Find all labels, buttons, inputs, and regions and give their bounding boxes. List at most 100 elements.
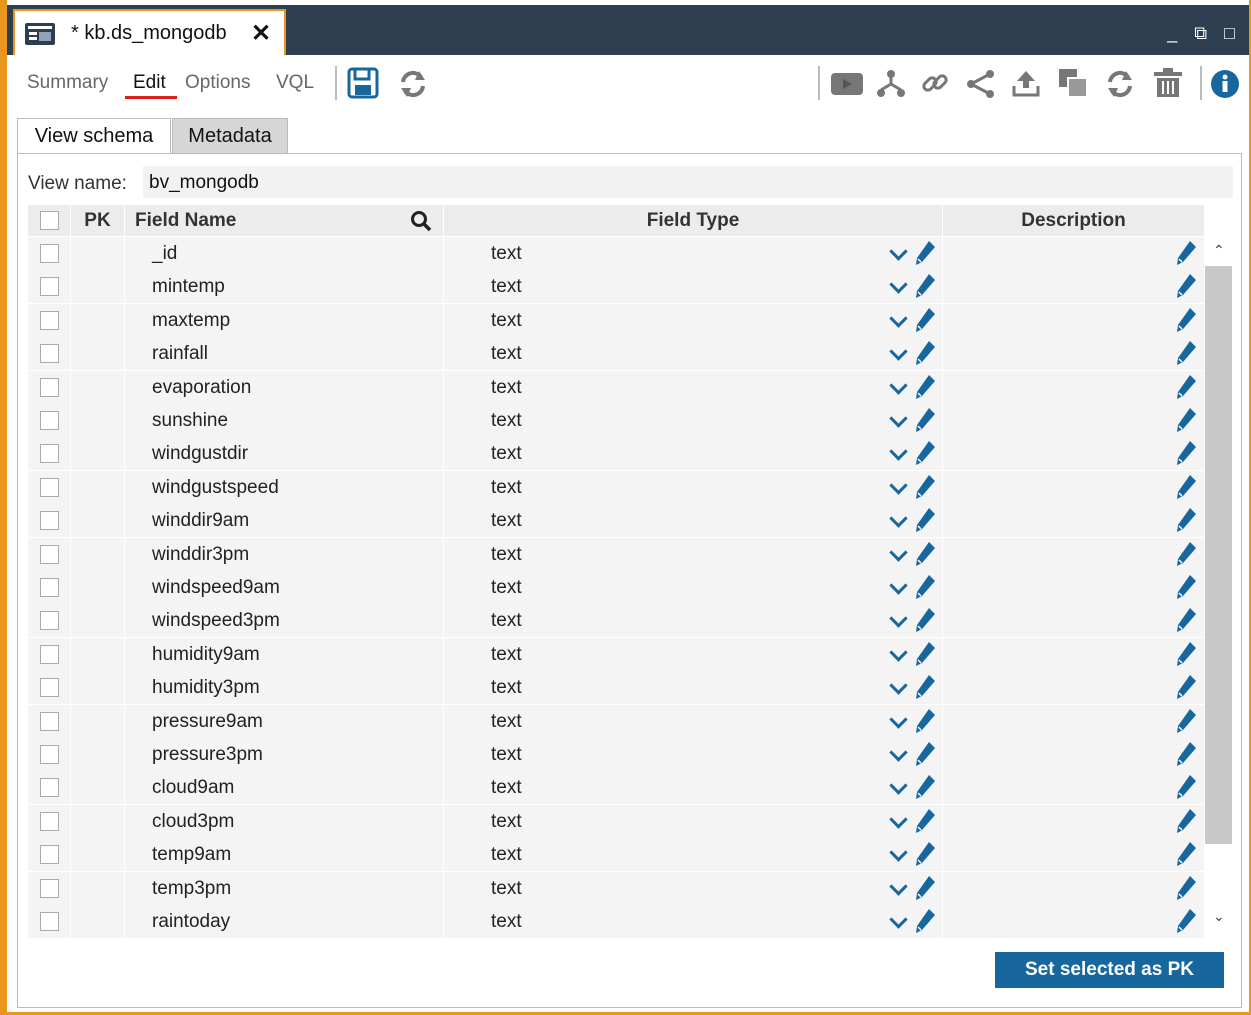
edit-description-pencil-icon[interactable] <box>1175 607 1197 638</box>
edit-description-pencil-icon[interactable] <box>1175 841 1197 872</box>
tab-metadata[interactable]: Metadata <box>172 118 288 154</box>
field-name-cell[interactable]: temp3pm <box>125 871 443 905</box>
tab-vql[interactable]: VQL <box>276 72 314 94</box>
chevron-down-icon[interactable] <box>889 609 908 629</box>
field-name-cell[interactable]: cloud9am <box>125 771 443 805</box>
row-checkbox[interactable] <box>40 745 59 764</box>
edit-type-pencil-icon[interactable] <box>914 474 936 505</box>
field-name-cell[interactable]: windgustspeed <box>125 470 443 504</box>
description-cell[interactable] <box>943 604 1204 638</box>
tab-summary[interactable]: Summary <box>27 72 108 94</box>
edit-type-pencil-icon[interactable] <box>914 674 936 705</box>
field-type-cell[interactable]: text <box>444 404 942 437</box>
chevron-down-icon[interactable] <box>889 342 908 361</box>
edit-type-pencil-icon[interactable] <box>914 808 936 839</box>
row-checkbox[interactable] <box>40 878 59 898</box>
edit-description-pencil-icon[interactable] <box>1175 440 1197 471</box>
trash-icon[interactable] <box>1153 67 1183 99</box>
row-checkbox[interactable] <box>40 310 59 330</box>
row-checkbox[interactable] <box>40 377 59 397</box>
video-icon[interactable] <box>830 70 864 98</box>
field-name-cell[interactable]: cloud3pm <box>125 804 443 838</box>
description-cell[interactable] <box>943 237 1204 270</box>
field-name-cell[interactable]: pressure9am <box>125 704 443 738</box>
edit-description-pencil-icon[interactable] <box>1175 808 1197 839</box>
chevron-down-icon[interactable] <box>889 843 908 862</box>
edit-type-pencil-icon[interactable] <box>914 440 936 471</box>
edit-type-pencil-icon[interactable] <box>914 708 936 739</box>
description-cell[interactable] <box>943 537 1204 572</box>
description-cell[interactable] <box>943 905 1204 938</box>
edit-description-pencil-icon[interactable] <box>1175 541 1197 572</box>
field-type-cell[interactable]: text <box>444 571 942 604</box>
row-checkbox[interactable] <box>40 344 59 364</box>
chevron-down-icon[interactable] <box>889 876 908 896</box>
description-cell[interactable] <box>943 838 1204 872</box>
row-checkbox[interactable] <box>40 778 59 798</box>
chevron-down-icon[interactable] <box>889 676 908 695</box>
vertical-scrollbar[interactable]: ⌃ ⌄ <box>1205 236 1232 936</box>
tree-icon[interactable] <box>876 68 906 98</box>
edit-description-pencil-icon[interactable] <box>1175 741 1197 772</box>
scrollbar-thumb[interactable] <box>1205 266 1232 844</box>
edit-type-pencil-icon[interactable] <box>914 307 936 338</box>
chevron-down-icon[interactable] <box>889 576 908 595</box>
field-type-cell[interactable]: text <box>444 771 942 805</box>
chevron-down-icon[interactable] <box>889 309 908 328</box>
description-cell[interactable] <box>943 704 1204 739</box>
row-checkbox[interactable] <box>40 477 59 497</box>
edit-description-pencil-icon[interactable] <box>1175 340 1197 371</box>
chevron-down-icon[interactable] <box>889 542 908 562</box>
close-icon[interactable]: ✕ <box>251 19 271 48</box>
upload-icon[interactable] <box>1011 68 1041 98</box>
field-type-cell[interactable]: text <box>444 370 942 404</box>
scroll-down-icon[interactable]: ⌄ <box>1213 908 1225 925</box>
document-tab[interactable]: * kb.ds_mongodb ✕ <box>13 9 286 55</box>
edit-description-pencil-icon[interactable] <box>1175 507 1197 538</box>
field-type-cell[interactable]: text <box>444 871 942 905</box>
edit-description-pencil-icon[interactable] <box>1175 574 1197 605</box>
field-name-cell[interactable]: rainfall <box>125 337 443 371</box>
edit-description-pencil-icon[interactable] <box>1175 307 1197 338</box>
chevron-down-icon[interactable] <box>889 776 908 796</box>
edit-description-pencil-icon[interactable] <box>1175 407 1197 438</box>
copy-icon[interactable] <box>1057 67 1089 99</box>
row-checkbox[interactable] <box>40 544 59 564</box>
field-type-cell[interactable]: text <box>444 604 942 638</box>
row-checkbox[interactable] <box>40 611 59 631</box>
row-checkbox[interactable] <box>40 912 59 931</box>
edit-description-pencil-icon[interactable] <box>1175 708 1197 739</box>
edit-type-pencil-icon[interactable] <box>914 340 936 371</box>
edit-type-pencil-icon[interactable] <box>914 541 936 572</box>
row-checkbox[interactable] <box>40 644 59 664</box>
description-cell[interactable] <box>943 771 1204 805</box>
field-type-cell[interactable]: text <box>444 237 942 270</box>
chevron-down-icon[interactable] <box>889 709 908 729</box>
description-cell[interactable] <box>943 637 1204 671</box>
chevron-down-icon[interactable] <box>889 743 908 762</box>
edit-description-pencil-icon[interactable] <box>1175 774 1197 805</box>
row-checkbox[interactable] <box>40 811 59 831</box>
field-name-cell[interactable]: winddir3pm <box>125 537 443 571</box>
scroll-up-icon[interactable]: ⌃ <box>1213 242 1225 259</box>
edit-description-pencil-icon[interactable] <box>1175 908 1197 939</box>
edit-description-pencil-icon[interactable] <box>1175 374 1197 405</box>
chevron-down-icon[interactable] <box>889 643 908 662</box>
row-checkbox[interactable] <box>40 277 59 297</box>
field-type-cell[interactable]: text <box>444 637 942 671</box>
restore-icon[interactable]: ⧉ <box>1194 23 1207 44</box>
edit-type-pencil-icon[interactable] <box>914 741 936 772</box>
share-icon[interactable] <box>965 68 997 100</box>
field-name-cell[interactable]: windspeed9am <box>125 571 443 604</box>
field-name-cell[interactable]: sunshine <box>125 404 443 437</box>
link-icon[interactable] <box>920 68 950 98</box>
select-all-checkbox[interactable] <box>40 211 59 230</box>
field-name-cell[interactable]: humidity3pm <box>125 671 443 705</box>
row-checkbox[interactable] <box>40 678 59 698</box>
edit-type-pencil-icon[interactable] <box>914 607 936 638</box>
field-name-cell[interactable]: temp9am <box>125 838 443 872</box>
maximize-icon[interactable]: □ <box>1224 23 1235 44</box>
row-checkbox[interactable] <box>40 711 59 731</box>
field-type-cell[interactable]: text <box>444 804 942 839</box>
field-type-cell[interactable]: text <box>444 270 942 304</box>
